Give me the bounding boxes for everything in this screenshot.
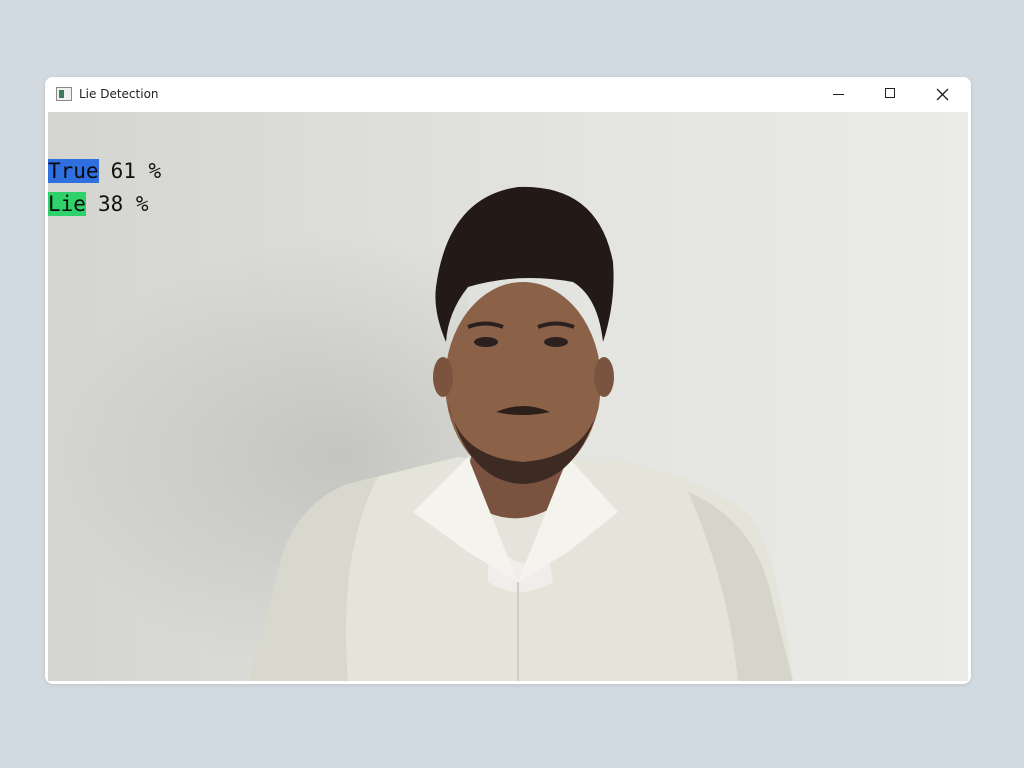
minimize-icon	[833, 94, 844, 95]
window-title: Lie Detection	[79, 87, 159, 101]
lie-score: 38 %	[97, 192, 149, 216]
maximize-icon	[885, 88, 895, 98]
minimize-button[interactable]	[815, 77, 861, 112]
person-image	[248, 186, 793, 681]
close-button[interactable]	[919, 77, 965, 112]
maximize-button[interactable]	[867, 77, 913, 112]
true-label: True	[48, 159, 99, 183]
video-frame: True 61 % Lie 38 %	[48, 112, 968, 681]
lie-score-row: Lie 38 %	[48, 192, 149, 216]
opencv-window-icon	[56, 87, 72, 101]
app-window: Lie Detection True 61 % Lie 38 %	[45, 77, 971, 684]
true-score-row: True 61 %	[48, 159, 161, 183]
close-icon	[936, 88, 949, 101]
true-score: 61 %	[110, 159, 162, 183]
lie-label: Lie	[48, 192, 86, 216]
title-bar[interactable]: Lie Detection	[45, 77, 971, 112]
